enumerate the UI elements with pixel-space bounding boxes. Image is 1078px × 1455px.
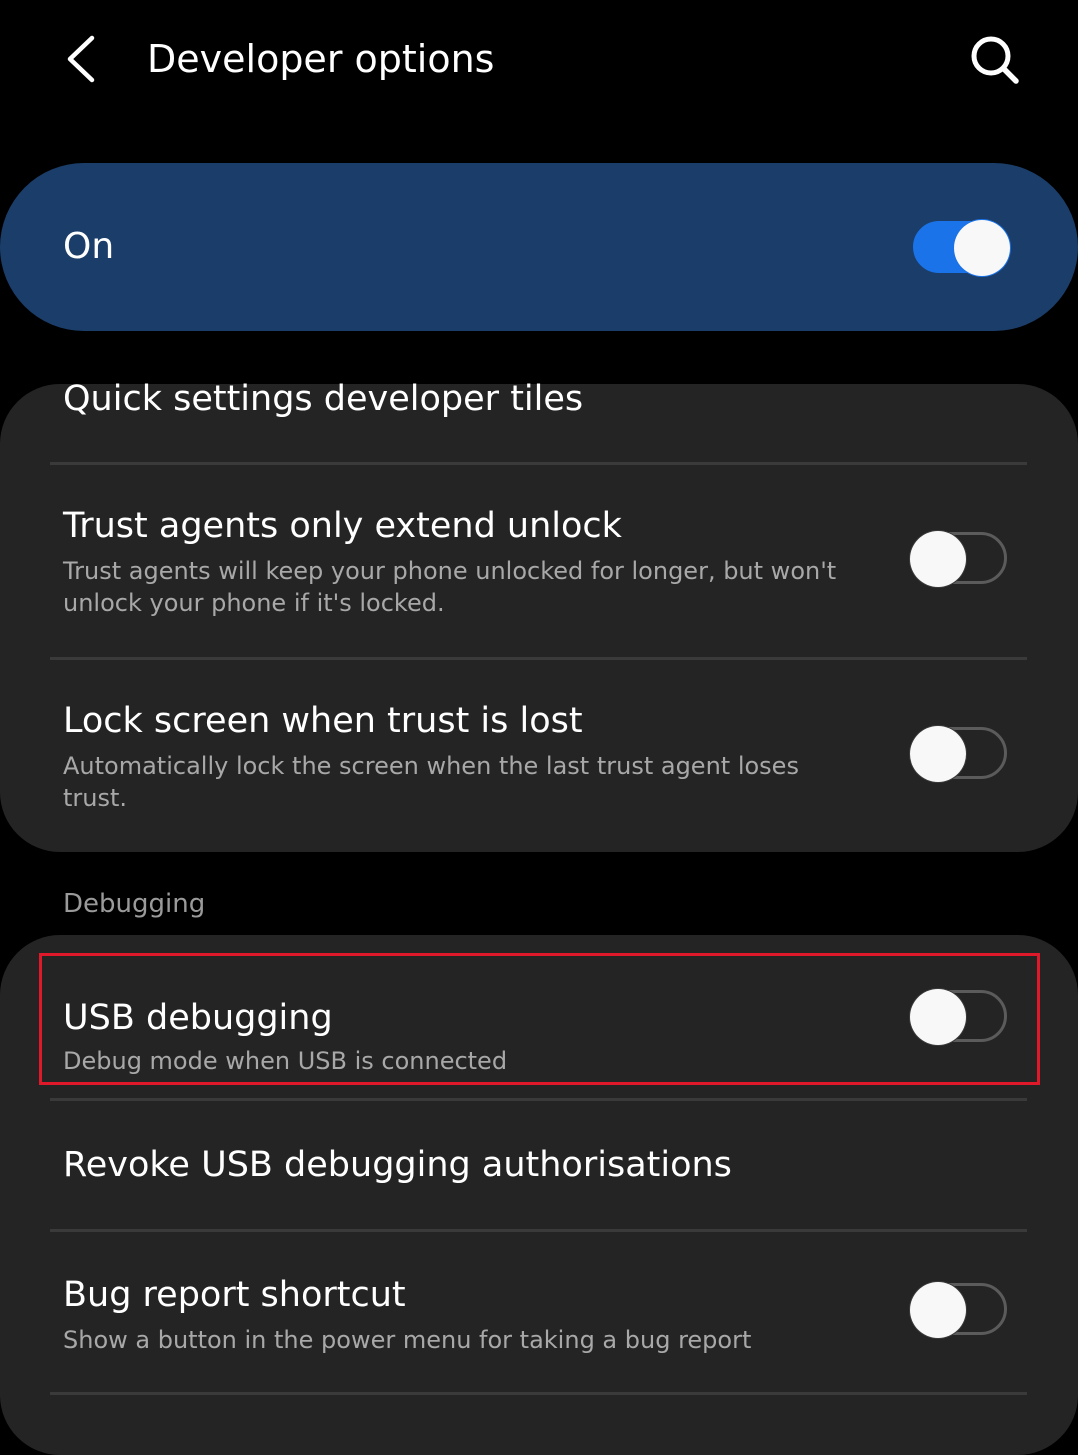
usb-debugging-item[interactable]: USB debugging Debug mode when USB is con…: [0, 953, 1078, 1085]
settings-card-general: Quick settings developer tiles Trust age…: [0, 379, 1078, 852]
search-button[interactable]: [958, 24, 1030, 96]
revoke-usb-auth-title: Revoke USB debugging authorisations: [63, 1145, 732, 1185]
lock-screen-trust-toggle[interactable]: [910, 726, 1007, 782]
bug-report-shortcut-title: Bug report shortcut: [63, 1275, 406, 1315]
section-header-debugging: Debugging: [63, 889, 206, 919]
back-button[interactable]: [52, 24, 112, 94]
revoke-usb-auth-item[interactable]: Revoke USB debugging authorisations: [0, 1101, 1078, 1229]
usb-debugging-toggle[interactable]: [910, 989, 1007, 1045]
quick-settings-tiles-item[interactable]: Quick settings developer tiles: [0, 379, 1078, 462]
toggle-knob: [910, 1282, 966, 1338]
trust-agents-title: Trust agents only extend unlock: [63, 506, 622, 546]
usb-debugging-subtitle: Debug mode when USB is connected: [63, 1047, 508, 1075]
trust-agents-extend-unlock-item[interactable]: Trust agents only extend unlock Trust ag…: [0, 465, 1078, 657]
toggle-knob: [954, 220, 1010, 276]
lock-screen-trust-lost-item[interactable]: Lock screen when trust is lost Automatic…: [0, 660, 1078, 852]
master-toggle[interactable]: [913, 220, 1010, 276]
trust-agents-toggle[interactable]: [910, 531, 1007, 587]
master-switch-label: On: [63, 226, 115, 267]
master-switch-bar[interactable]: On: [0, 163, 1078, 331]
lock-screen-trust-title: Lock screen when trust is lost: [63, 701, 583, 741]
toggle-knob: [910, 726, 966, 782]
toggle-knob: [910, 989, 966, 1045]
chevron-left-icon: [67, 35, 95, 83]
search-icon: [971, 36, 1019, 84]
app-bar: Developer options: [0, 0, 1078, 130]
bug-report-shortcut-item[interactable]: Bug report shortcut Show a button in the…: [0, 1232, 1078, 1392]
usb-debugging-title: USB debugging: [63, 998, 333, 1038]
bug-report-shortcut-subtitle: Show a button in the power menu for taki…: [63, 1326, 752, 1354]
bug-report-shortcut-toggle[interactable]: [910, 1282, 1007, 1338]
quick-settings-tiles-title: Quick settings developer tiles: [63, 379, 584, 419]
page-title: Developer options: [147, 37, 495, 81]
divider: [50, 1392, 1027, 1395]
trust-agents-subtitle: Trust agents will keep your phone unlock…: [63, 557, 837, 617]
settings-card-debugging: USB debugging Debug mode when USB is con…: [0, 935, 1078, 1455]
toggle-knob: [910, 531, 966, 587]
lock-screen-trust-subtitle: Automatically lock the screen when the l…: [63, 752, 799, 812]
